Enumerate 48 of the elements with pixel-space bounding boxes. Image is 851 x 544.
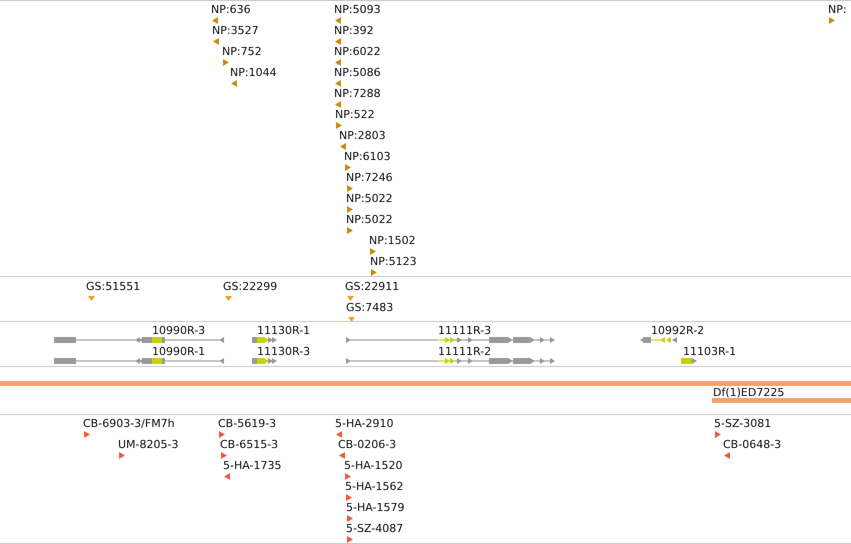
gene-model-drawing — [252, 337, 277, 343]
feature-label: CB-5619-3 — [218, 417, 276, 430]
feature-label: NP:5093 — [334, 3, 381, 16]
transcript-label: 11130R-3 — [257, 345, 310, 358]
feature-label: NP:7246 — [346, 171, 393, 184]
transcript-label: 10990R-1 — [152, 345, 206, 358]
feature-label: NP:2803 — [339, 129, 386, 142]
feature-label: NP:5022 — [346, 213, 393, 226]
feature-label: NP:5086 — [334, 66, 381, 79]
feature-label: CB-0648-3 — [723, 438, 782, 451]
feature-label: 5-HA-1520 — [344, 459, 402, 472]
feature-label: NP:1044 — [230, 66, 277, 79]
feature-label: 5-HA-1562 — [345, 480, 404, 493]
feature-label: NP:6022 — [334, 45, 381, 58]
feature-label: 5-HA-1735 — [223, 459, 282, 472]
feature-label: NP:1502 — [369, 234, 416, 247]
gene-model-drawing — [252, 358, 277, 364]
feature-label: GS:51551 — [86, 280, 140, 293]
feature-label: 5-SZ-4087 — [346, 522, 404, 535]
transcript-label: 11111R-2 — [438, 345, 492, 358]
feature-label: NP:636 — [211, 3, 251, 16]
feature-label: 5-SZ-3081 — [714, 417, 772, 430]
feature-label: GS:7483 — [346, 301, 394, 314]
feature-label: 5-HA-2910 — [335, 417, 394, 430]
feature-label: CB-0206-3 — [338, 438, 396, 451]
feature-label: NP:3527 — [212, 24, 259, 37]
feature-label: NP: — [828, 3, 847, 16]
feature-label: NP:392 — [334, 24, 374, 37]
feature-label: Df(1)ED7225 — [713, 386, 784, 399]
transcript-label: 11111R-3 — [438, 324, 492, 337]
feature-label: NP:6103 — [344, 150, 391, 163]
transcript-label: 10992R-2 — [651, 324, 704, 337]
feature-label: NP:752 — [222, 45, 262, 58]
gene-model-drawing — [640, 337, 677, 343]
transcript-label: 11103R-1 — [683, 345, 736, 358]
feature-label: GS:22299 — [223, 280, 278, 293]
feature-label: NP:7288 — [334, 87, 381, 100]
transcript-label: 10990R-3 — [152, 324, 206, 337]
feature-label: GS:22911 — [345, 280, 400, 293]
feature-label: NP:5022 — [346, 192, 393, 205]
feature-label: 5-HA-1579 — [346, 501, 404, 514]
transcript-label: 11130R-1 — [257, 324, 310, 337]
feature-label: NP:5123 — [370, 255, 417, 268]
feature-label: CB-6903-3/FM7h — [83, 417, 175, 430]
feature-label: CB-6515-3 — [220, 438, 278, 451]
gene-model-drawing — [681, 358, 697, 364]
feature-label: UM-8205-3 — [118, 438, 178, 451]
feature-label: NP:522 — [335, 108, 375, 121]
